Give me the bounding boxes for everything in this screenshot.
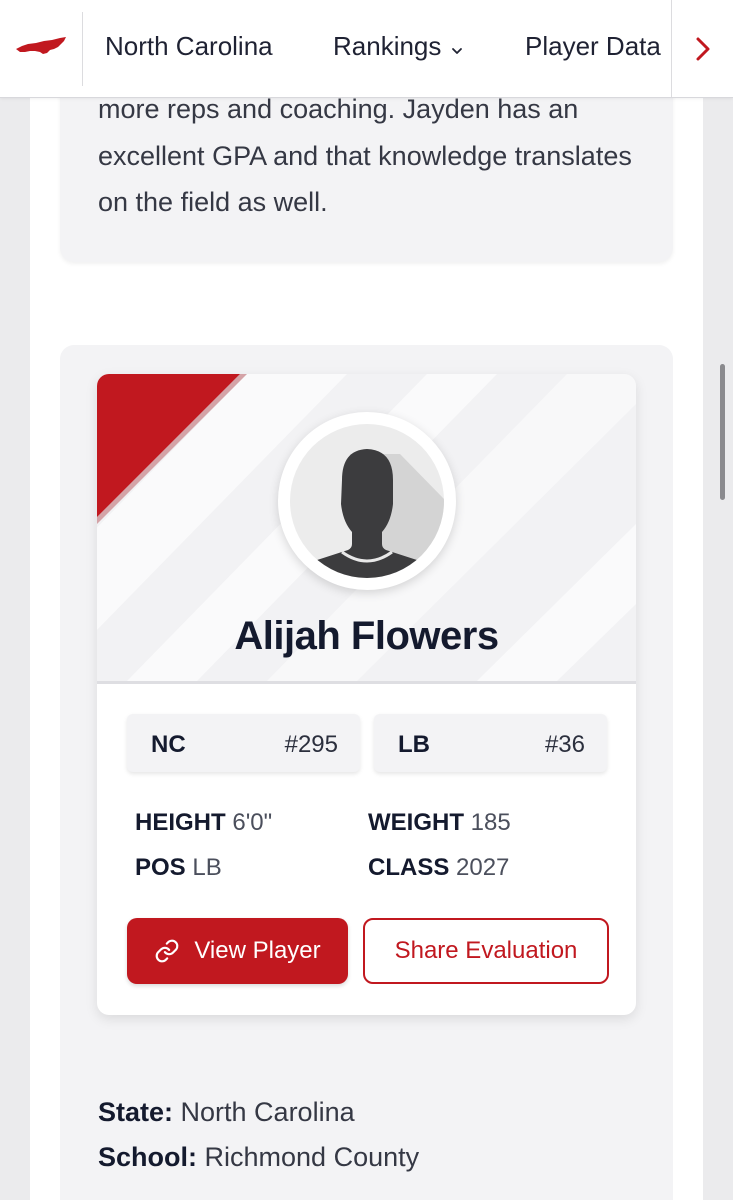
nav-player-data-link[interactable]: Player Data — [525, 31, 661, 62]
state-rank: #295 — [284, 731, 338, 758]
player-school-line: School: Richmond County — [98, 1142, 419, 1173]
stat-weight: WEIGHT 185 — [368, 809, 511, 837]
player-section: Alijah Flowers NC #295 LB #36 HEIGHT 6'0… — [60, 345, 673, 1200]
scrollbar[interactable] — [720, 364, 725, 500]
pos-label: POS — [135, 854, 186, 881]
nav-rankings-label: Rankings — [333, 31, 442, 61]
player-state-line: State: North Carolina — [98, 1097, 355, 1128]
position-abbr: LB — [398, 731, 430, 758]
avatar-silhouette — [290, 449, 444, 578]
share-evaluation-button[interactable]: Share Evaluation — [363, 918, 609, 984]
stat-pos: POS LB — [135, 854, 222, 882]
view-player-label: View Player — [194, 937, 321, 964]
stat-class: CLASS 2027 — [368, 854, 509, 882]
position-rank: #36 — [544, 731, 585, 758]
nav-state-link[interactable]: North Carolina — [105, 31, 273, 62]
nc-state-logo[interactable] — [14, 32, 68, 62]
school-label: School: — [98, 1142, 197, 1172]
view-player-button[interactable]: View Player — [127, 918, 348, 984]
state-label: State: — [98, 1097, 174, 1127]
stat-height: HEIGHT 6'0" — [135, 809, 272, 837]
state-value: North Carolina — [180, 1097, 355, 1127]
state-abbr: NC — [151, 731, 186, 758]
position-rank-chip: LB #36 — [374, 714, 607, 772]
nav-scroll-right-button[interactable] — [671, 0, 733, 97]
player-card: Alijah Flowers NC #295 LB #36 HEIGHT 6'0… — [97, 374, 636, 1015]
link-icon — [154, 938, 180, 964]
share-evaluation-label: Share Evaluation — [394, 937, 578, 964]
nav-rankings-menu[interactable]: Rankings — [333, 31, 463, 64]
weight-label: WEIGHT — [368, 809, 464, 836]
height-label: HEIGHT — [135, 809, 226, 836]
class-value: 2027 — [456, 854, 510, 881]
nav-divider — [82, 12, 83, 86]
height-value: 6'0" — [232, 809, 273, 836]
pos-value: LB — [192, 854, 222, 881]
state-rank-chip: NC #295 — [127, 714, 360, 772]
chevron-right-icon — [696, 37, 709, 60]
weight-value: 185 — [470, 809, 511, 836]
chevron-down-icon — [451, 33, 463, 64]
player-avatar — [278, 412, 456, 590]
school-value: Richmond County — [204, 1142, 420, 1172]
top-nav: North Carolina Rankings Player Data — [0, 0, 733, 98]
player-card-header: Alijah Flowers — [97, 374, 636, 684]
class-label: CLASS — [368, 854, 450, 881]
player-name: Alijah Flowers — [234, 614, 499, 658]
evaluation-text: more reps and coaching. Jayden has an ex… — [98, 94, 632, 217]
